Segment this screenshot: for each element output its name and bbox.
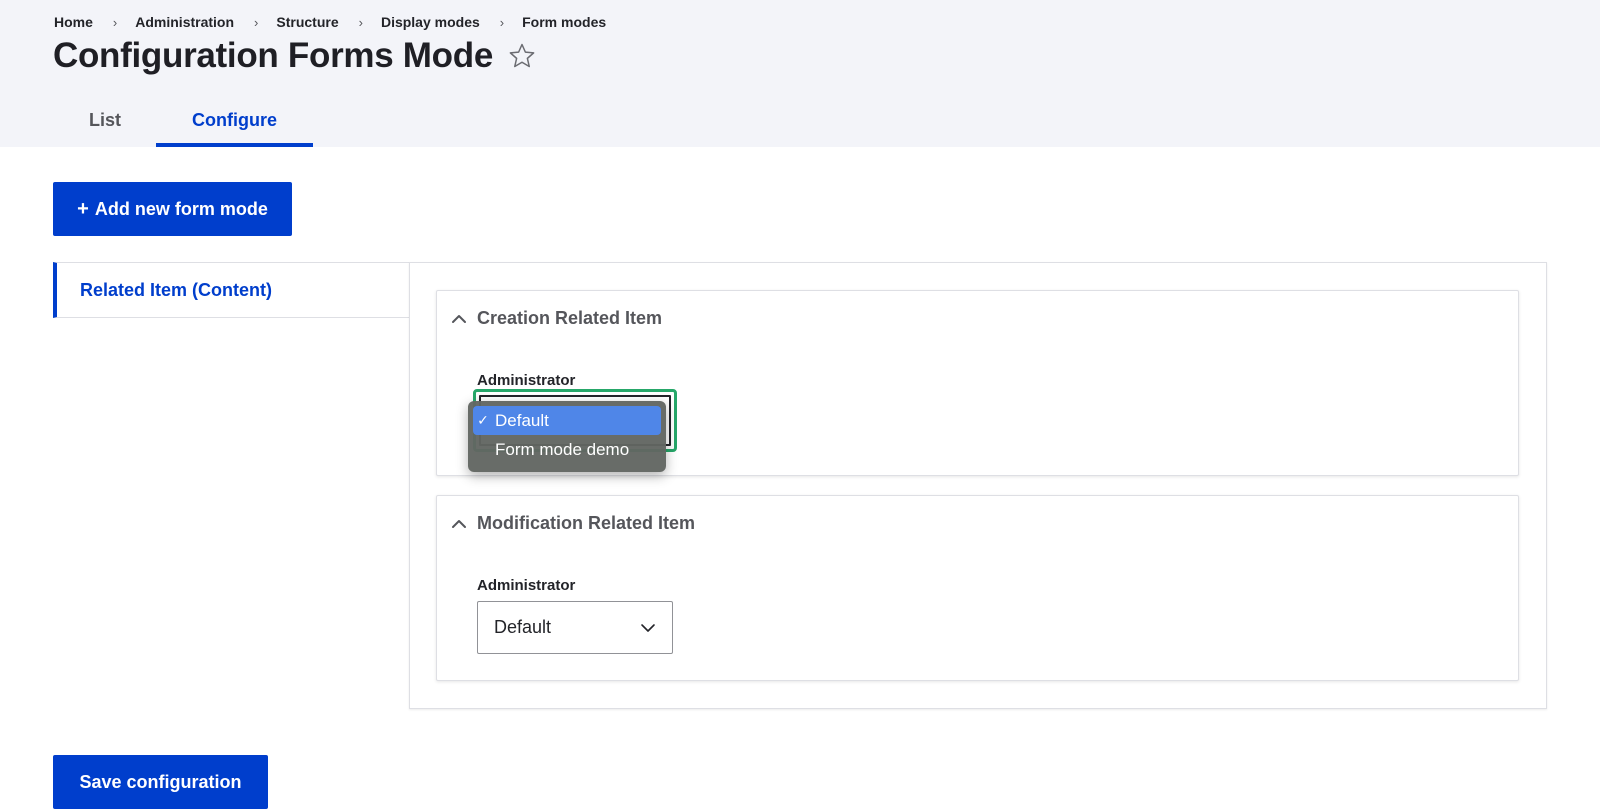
select-dropdown-menu: ✓ Default Form mode demo xyxy=(468,401,666,472)
chevron-up-icon xyxy=(452,519,466,528)
administrator-label: Administrator xyxy=(477,577,576,594)
title-row: Configuration Forms Mode xyxy=(53,36,537,76)
checkmark-icon: ✓ xyxy=(477,412,489,428)
plus-icon: + xyxy=(77,197,89,220)
tab-list[interactable]: List xyxy=(54,94,156,147)
save-configuration-button[interactable]: Save configuration xyxy=(53,755,268,809)
tab-configure[interactable]: Configure xyxy=(156,94,313,147)
vertical-tab-pane: Creation Related Item Administrator ✓ De… xyxy=(409,262,1547,709)
primary-tabs: List Configure xyxy=(54,94,313,147)
select-value: Default xyxy=(494,617,552,637)
administrator-select-modification[interactable]: Default xyxy=(477,601,673,654)
details-summary-label: Modification Related Item xyxy=(477,513,696,533)
breadcrumb-separator-icon: › xyxy=(499,14,505,30)
breadcrumb-display-modes[interactable]: Display modes xyxy=(381,14,480,30)
dropdown-option-label: Default xyxy=(495,410,549,430)
breadcrumb: Home › Administration › Structure › Disp… xyxy=(54,14,606,30)
page-title: Configuration Forms Mode xyxy=(53,36,493,75)
breadcrumb-form-modes[interactable]: Form modes xyxy=(522,14,606,30)
vertical-tab-related-item[interactable]: Related Item (Content) xyxy=(53,262,410,318)
vertical-tab-label: Related Item (Content) xyxy=(80,279,273,300)
dropdown-option-default[interactable]: ✓ Default xyxy=(473,406,661,435)
breadcrumb-separator-icon: › xyxy=(112,14,118,30)
administrator-label: Administrator xyxy=(477,372,576,389)
breadcrumb-administration[interactable]: Administration xyxy=(135,14,234,30)
details-modification-related-item: Modification Related Item Administrator … xyxy=(436,495,1519,681)
details-creation-related-item: Creation Related Item Administrator ✓ De… xyxy=(436,290,1519,476)
details-summary-modification[interactable]: Modification Related Item xyxy=(451,513,695,534)
star-icon[interactable] xyxy=(507,41,537,71)
add-new-form-mode-button[interactable]: + Add new form mode xyxy=(53,182,292,236)
dropdown-option-form-mode-demo[interactable]: Form mode demo xyxy=(473,435,661,464)
add-new-form-mode-label: Add new form mode xyxy=(94,198,268,219)
breadcrumb-structure[interactable]: Structure xyxy=(276,14,338,30)
dropdown-option-label: Form mode demo xyxy=(495,439,630,459)
breadcrumb-separator-icon: › xyxy=(358,14,363,30)
page-header: Home › Administration › Structure › Disp… xyxy=(0,0,1600,147)
details-summary-label: Creation Related Item xyxy=(477,308,663,328)
chevron-down-icon xyxy=(641,624,655,632)
breadcrumb-separator-icon: › xyxy=(254,14,259,30)
details-summary-creation[interactable]: Creation Related Item xyxy=(451,308,662,329)
breadcrumb-home[interactable]: Home xyxy=(54,14,93,30)
chevron-up-icon xyxy=(452,314,466,323)
